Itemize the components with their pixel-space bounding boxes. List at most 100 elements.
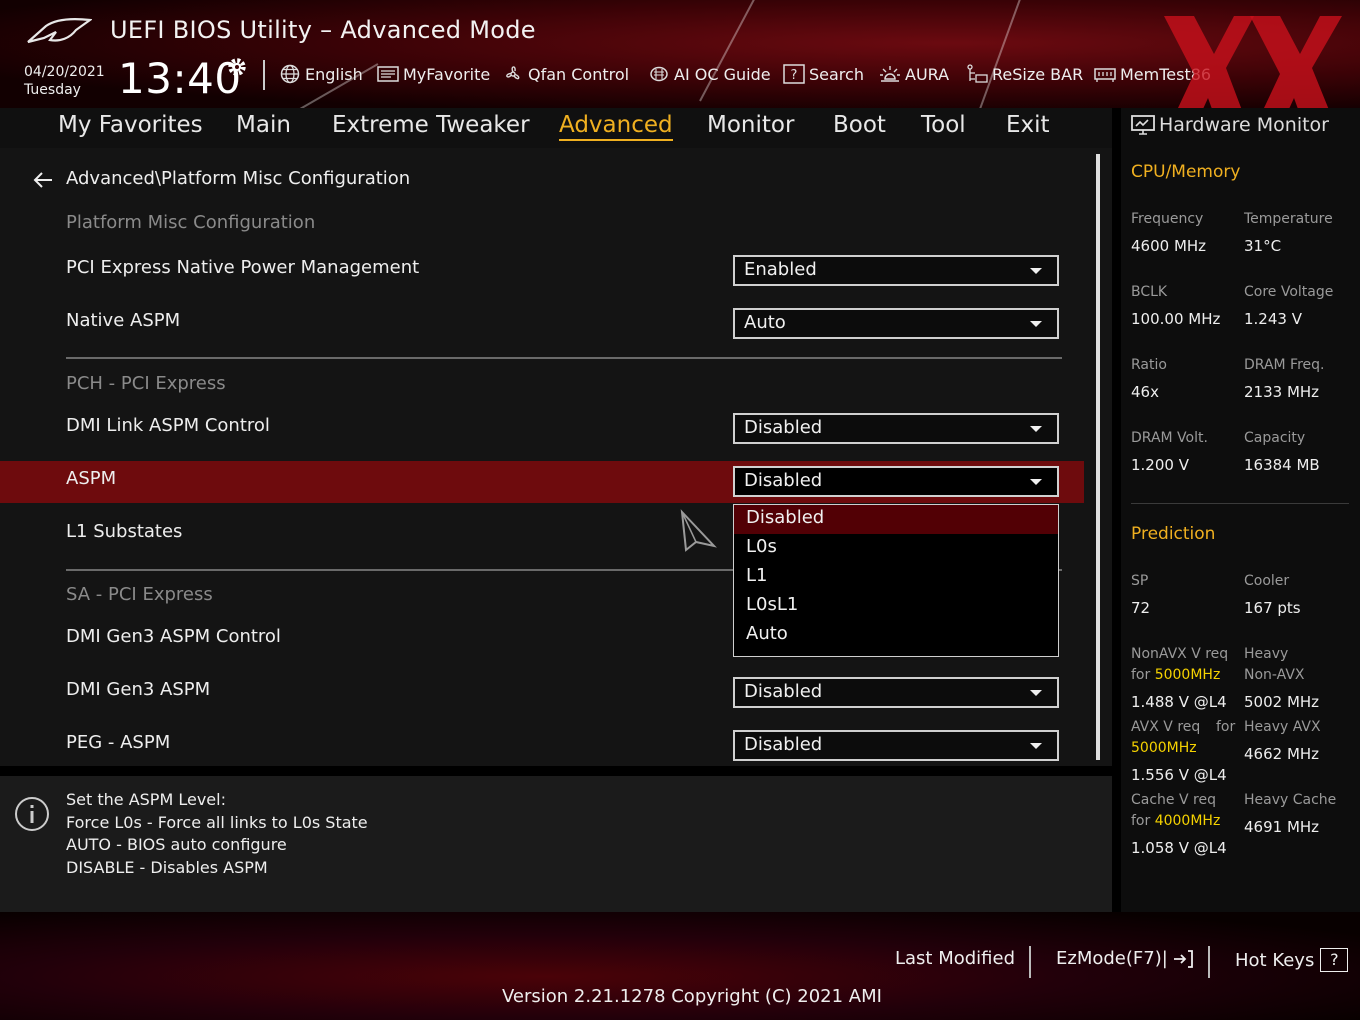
help-panel: Set the ASPM Level: Force L0s - Force al… [0,776,1112,912]
monitor-icon [1131,115,1155,135]
aspm-label: ASPM [66,468,117,489]
nonavx-req-label: NonAVX V req [1131,646,1229,662]
heavy-label: Heavy [1244,646,1289,662]
dmi-link-aspm-value: Disabled [744,417,823,438]
main-tab-bar: My Favorites Main Extreme Tweaker Advanc… [0,108,1112,148]
cpu-memory-heading: CPU/Memory [1131,162,1241,182]
question-icon: ? [1320,948,1349,972]
aspm-option-l0sl1[interactable]: L0sL1 [734,592,1058,621]
header-bar: UEFI BIOS Utility – Advanced Mode 04/20/… [0,0,1360,108]
aspm-option-auto[interactable]: Auto [734,621,1058,650]
ratio-value: 46x [1131,383,1159,401]
ezmode-button[interactable]: EzMode(F7)| [1056,948,1194,969]
chevron-down-icon [1030,321,1042,327]
native-aspm-dropdown[interactable]: Auto [733,308,1059,339]
time-display: 13:40 [118,54,242,103]
myfavorite-label: MyFavorite [403,64,491,84]
cache-target-freq: 4000MHz [1154,813,1221,829]
avx-voltage-value: 1.556 V @L4 [1131,766,1227,784]
chevron-down-icon [1030,426,1042,432]
dmi-link-aspm-label: DMI Link ASPM Control [66,415,270,436]
ai-oc-guide-button[interactable]: AI OC Guide [648,64,771,84]
for-label: for [1131,667,1151,683]
for-label: for [1216,719,1236,735]
myfavorite-button[interactable]: MyFavorite [377,64,490,84]
resize-bar-button[interactable]: ReSize BAR [966,64,1083,84]
settings-scrollbar[interactable] [1096,154,1100,760]
aspm-option-l0s[interactable]: L0s [734,534,1058,563]
tab-monitor[interactable]: Monitor [707,112,794,138]
ratio-label: Ratio [1131,357,1167,373]
globe-icon [280,64,300,84]
version-text: Version 2.21.1278 Copyright (C) 2021 AMI [502,986,882,1007]
section-sa-pci-express: SA - PCI Express [66,584,213,605]
temperature-label: Temperature [1244,211,1333,227]
dmi-link-aspm-dropdown[interactable]: Disabled [733,413,1059,444]
aura-light-icon [880,66,900,82]
tab-main[interactable]: Main [236,112,291,138]
peg-aspm-value: Disabled [744,734,823,755]
nonavx-label: Non-AVX [1244,667,1305,683]
dmi-gen3-aspm-value: Disabled [744,681,823,702]
language-label: English [305,64,363,84]
cache-voltage-value: 1.058 V @L4 [1131,839,1227,857]
dmi-gen3-aspm-dropdown[interactable]: Disabled [733,677,1059,708]
back-arrow-icon[interactable] [32,170,54,190]
dram-freq-value: 2133 MHz [1244,383,1320,401]
avx-target-freq: 5000MHz [1131,740,1197,756]
hardware-monitor-panel: Hardware Monitor CPU/Memory Frequency 46… [1121,108,1360,912]
section-platform-misc: Platform Misc Configuration [66,212,316,233]
hw-monitor-title: Hardware Monitor [1131,114,1329,136]
tab-exit[interactable]: Exit [1006,112,1050,138]
mouse-pointer-icon [680,509,717,552]
tab-advanced[interactable]: Advanced [559,112,673,141]
rog-logo-icon [27,18,92,44]
cooler-label: Cooler [1244,573,1290,589]
hot-keys-label: Hot Keys [1235,949,1315,971]
footer-divider [1208,946,1210,978]
help-text-line: DISABLE - Disables ASPM [66,858,268,877]
heavy-avx-value: 4662 MHz [1244,745,1320,763]
section-pch-pci-express: PCH - PCI Express [66,373,226,394]
app-title: UEFI BIOS Utility – Advanced Mode [110,16,536,44]
last-modified-button[interactable]: Last Modified [895,948,1015,969]
core-voltage-label: Core Voltage [1244,284,1334,300]
watermark-xx-logo [1164,16,1342,108]
native-aspm-label: Native ASPM [66,310,181,331]
help-text-line: AUTO - BIOS auto configure [66,835,287,854]
tab-my-favorites[interactable]: My Favorites [58,112,203,138]
aspm-dropdown[interactable]: Disabled [733,466,1059,497]
qfan-control-button[interactable]: Qfan Control [502,64,629,84]
aura-button[interactable]: AURA [879,64,949,84]
aspm-options-list: Disabled L0s L1 L0sL1 Auto [733,504,1059,657]
temperature-value: 31°C [1244,237,1282,255]
hot-keys-button[interactable]: Hot Keys ? [1235,948,1349,972]
language-button[interactable]: English [279,64,363,84]
search-button[interactable]: ? Search [783,64,864,84]
aspm-option-l1[interactable]: L1 [734,563,1058,592]
pcie-native-pm-label: PCI Express Native Power Management [66,257,420,278]
settings-panel: Advanced\Platform Misc Configuration Pla… [0,148,1112,766]
tab-extreme-tweaker[interactable]: Extreme Tweaker [332,112,530,138]
gear-icon[interactable] [226,56,248,78]
header-divider [263,60,265,90]
heavy-avx-label: Heavy AVX [1244,719,1321,735]
capacity-value: 16384 MB [1244,456,1320,474]
exit-arrow-icon [1173,949,1193,968]
nonavx-for-line: for 5000MHz [1131,667,1220,683]
day-display: Tuesday [24,82,81,98]
help-text-line: Set the ASPM Level: [66,790,226,809]
tab-tool[interactable]: Tool [921,112,966,138]
footer-bar: Last Modified EzMode(F7)| Hot Keys ? Ver… [0,912,1360,1020]
hw-divider [1131,503,1349,504]
cache-for-line: for 4000MHz [1131,813,1220,829]
last-modified-label: Last Modified [895,948,1016,969]
peg-aspm-dropdown[interactable]: Disabled [733,730,1059,761]
resize-bar-label: ReSize BAR [992,64,1084,84]
bclk-label: BCLK [1131,284,1168,300]
pcie-native-pm-dropdown[interactable]: Enabled [733,255,1059,286]
capacity-label: Capacity [1244,430,1306,446]
fan-icon [506,66,520,80]
aspm-option-disabled[interactable]: Disabled [734,505,1058,534]
tab-boot[interactable]: Boot [833,112,886,138]
